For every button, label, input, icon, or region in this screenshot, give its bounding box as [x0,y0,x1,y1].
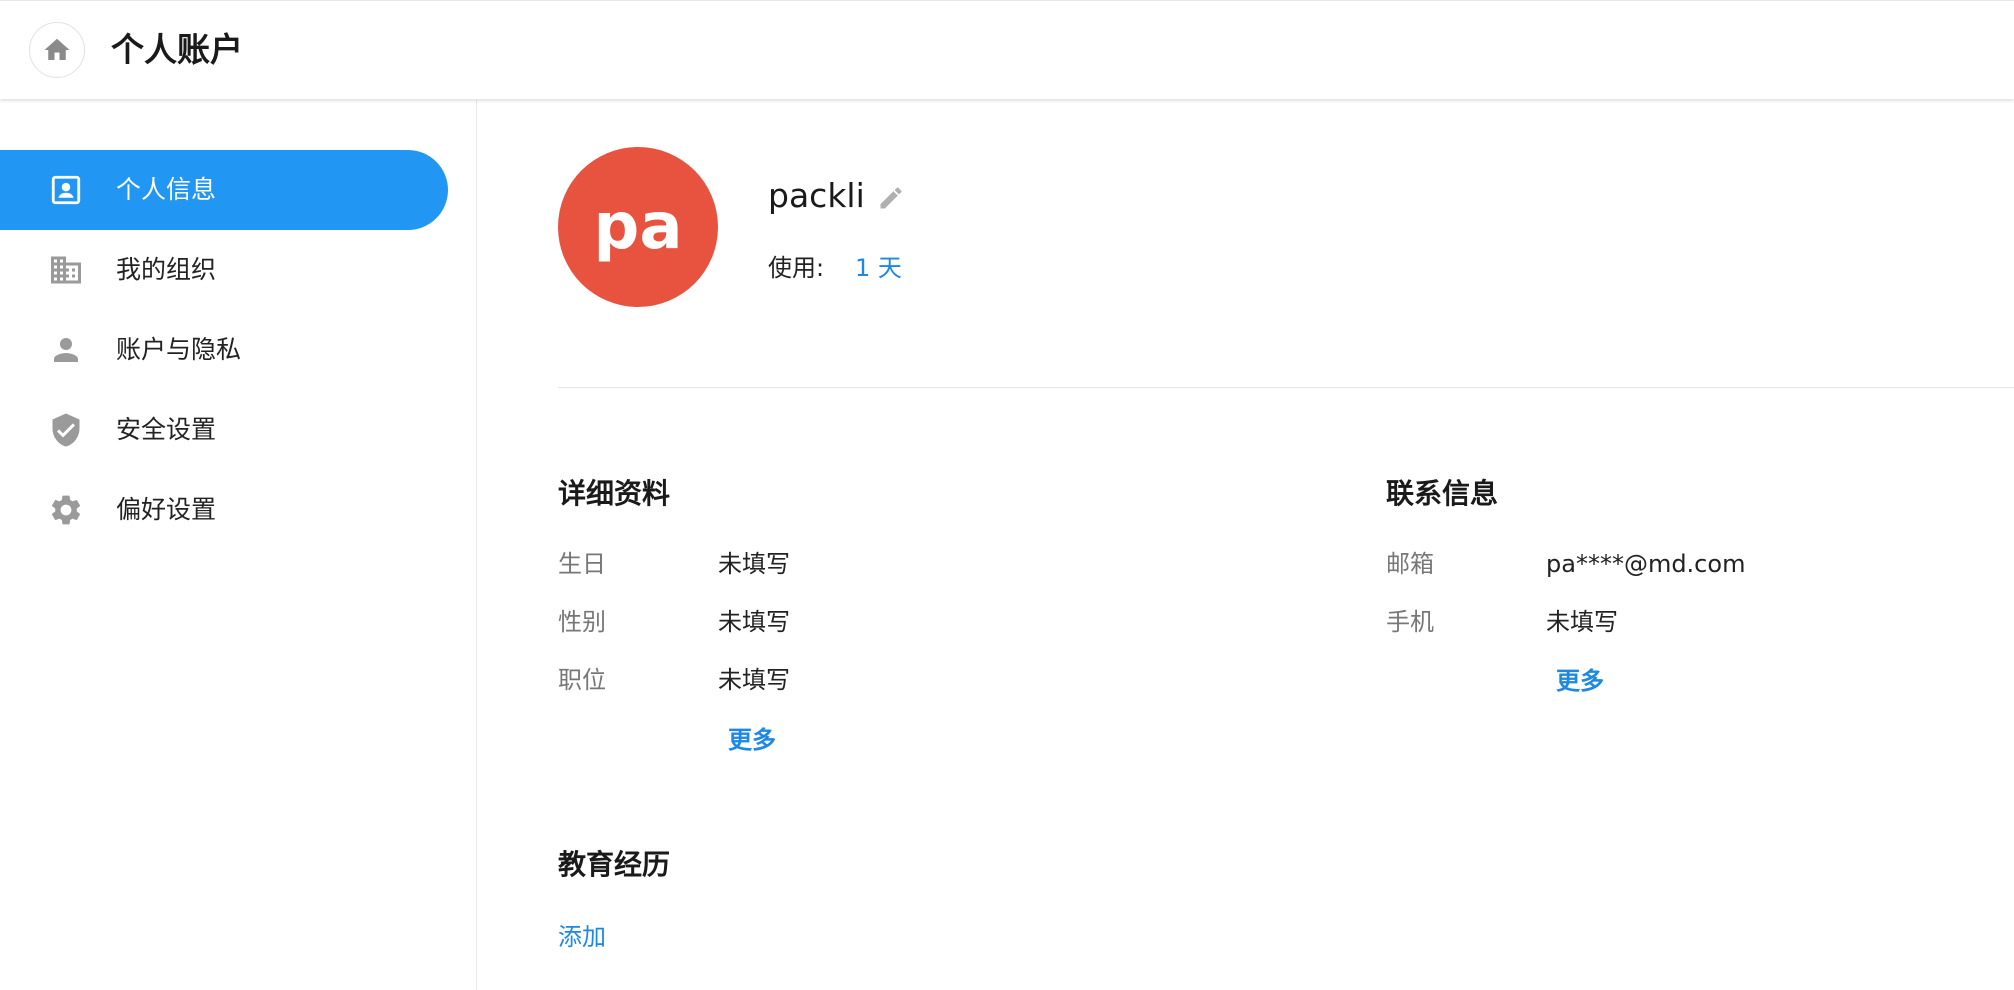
field-label: 生日 [558,550,606,578]
sidebar-item-security[interactable]: 安全设置 [0,390,448,470]
education-section-title: 教育经历 [558,848,671,881]
building-icon [46,250,86,290]
sidebar: 个人信息 我的组织 账户与隐私 安全设置 偏好设置 [0,100,477,990]
sidebar-item-my-organization[interactable]: 我的组织 [0,230,448,310]
field-label: 性别 [558,608,606,636]
divider [558,387,2014,388]
field-value: 未填写 [718,550,790,578]
field-value: 未填写 [718,666,790,694]
avatar[interactable]: pa [558,147,718,307]
details-more-link[interactable]: 更多 [728,722,776,758]
page-title: 个人账户 [111,30,243,69]
contact-section-title: 联系信息 [1386,477,1499,510]
field-value: 未填写 [1546,608,1618,636]
home-icon [44,38,70,60]
top-bar: 个人账户 [0,0,2014,99]
username: packli [768,176,865,215]
contact-more-link[interactable]: 更多 [1556,663,1604,699]
field-label: 邮箱 [1386,550,1434,578]
gear-icon [46,490,86,530]
contact-card-icon [46,170,86,210]
sidebar-item-label: 账户与隐私 [116,335,242,364]
sidebar-item-label: 安全设置 [116,415,217,444]
sidebar-item-label: 个人信息 [116,175,217,204]
edit-icon[interactable] [877,184,905,212]
usage-label: 使用: [768,254,825,282]
sidebar-item-label: 我的组织 [116,255,217,284]
sidebar-item-label: 偏好设置 [116,495,217,524]
person-icon [46,330,86,370]
education-add-link[interactable]: 添加 [558,919,606,955]
field-label: 手机 [1386,608,1434,636]
field-label: 职位 [558,666,606,694]
sidebar-item-preferences[interactable]: 偏好设置 [0,470,448,550]
main-content: pa packli 使用: 1 天 详细资料 生日 未填写 性别 未填写 职位 … [477,100,2014,990]
sidebar-item-account-privacy[interactable]: 账户与隐私 [0,310,448,390]
shield-check-icon [46,410,86,450]
details-section-title: 详细资料 [558,477,671,510]
sidebar-item-personal-info[interactable]: 个人信息 [0,150,448,230]
home-button[interactable] [29,22,85,78]
field-value: 未填写 [718,608,790,636]
field-value: pa****@md.com [1546,550,1746,578]
usage-value: 1 天 [855,254,902,282]
